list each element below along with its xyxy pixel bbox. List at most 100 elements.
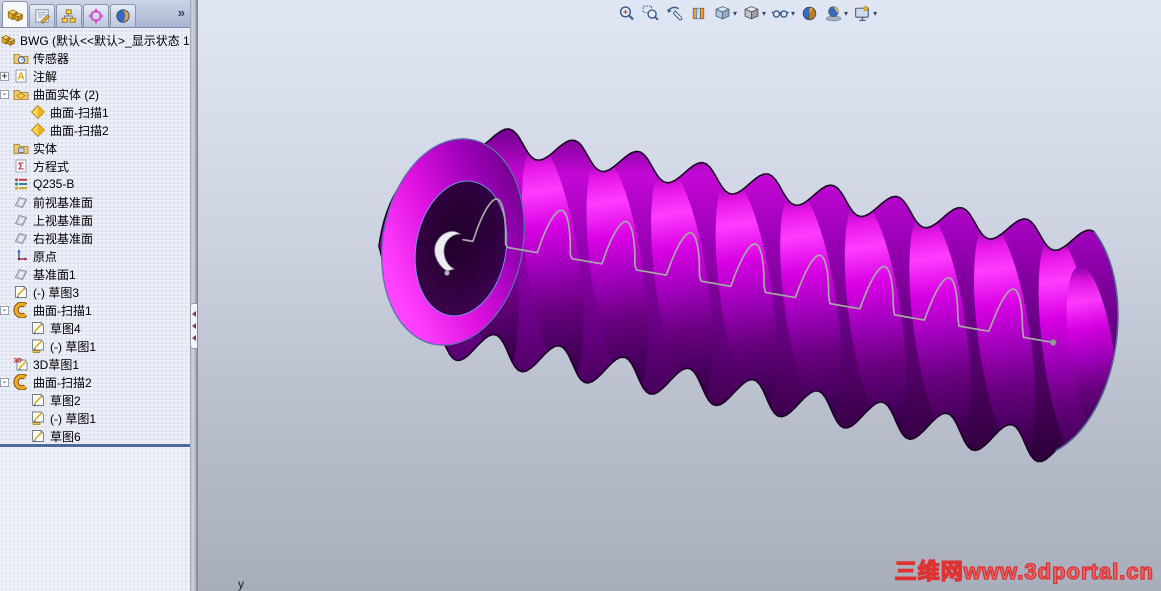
- tree-item-label: 曲面-扫描1: [33, 303, 92, 318]
- tree-item-label: 方程式: [33, 159, 70, 174]
- view-orientation-button[interactable]: ▾: [712, 3, 738, 24]
- panel-collapse-handle[interactable]: [190, 303, 197, 349]
- tree-item-label: (-) 草图3: [33, 285, 79, 300]
- tree-item[interactable]: 原点: [0, 247, 190, 265]
- sketch-icon: [30, 428, 46, 443]
- tab-config-icon: [60, 7, 78, 25]
- tree-item[interactable]: 曲面-扫描2: [0, 121, 190, 139]
- material-icon: [13, 176, 29, 192]
- graphics-viewport[interactable]: ▾ ▾ ▾ ▾ ▾ y 三维网www.3dportal.cn: [197, 0, 1161, 591]
- tree-item[interactable]: 草图2: [0, 391, 190, 409]
- surface-folder-icon: [13, 86, 29, 102]
- tree-item-label: 传感器: [33, 51, 70, 66]
- svg-text:Σ: Σ: [18, 162, 24, 173]
- tree-item[interactable]: 草图6: [0, 427, 190, 443]
- dropdown-arrow-icon[interactable]: ▾: [844, 9, 848, 18]
- tree-item[interactable]: + A 注解: [0, 67, 190, 85]
- sketch3d-icon: 3D: [13, 356, 29, 372]
- collapse-icon[interactable]: -: [0, 377, 9, 387]
- sketch-shared-icon: [30, 410, 46, 426]
- tree-item[interactable]: (-) 草图1: [0, 409, 190, 427]
- zoom-to-area-icon: [641, 4, 660, 23]
- tree-item[interactable]: 前视基准面: [0, 193, 190, 211]
- collapse-icon[interactable]: -: [0, 305, 9, 315]
- tree-item[interactable]: 上视基准面: [0, 211, 190, 229]
- dropdown-arrow-icon[interactable]: ▾: [733, 9, 737, 18]
- panel-tab-bar: »: [0, 0, 190, 28]
- surface-sweep-icon: [30, 122, 46, 138]
- triad-y-label: y: [238, 577, 244, 591]
- tree-item-label: 上视基准面: [33, 213, 94, 228]
- panel-lower-pane: [0, 447, 190, 591]
- propertymanager-tab[interactable]: [29, 4, 55, 27]
- tree-item-label: 3D草图1: [33, 357, 80, 372]
- heads-up-toolbar: ▾ ▾ ▾ ▾ ▾: [616, 3, 878, 24]
- sketch-icon: [30, 320, 46, 336]
- model-3d-view: [378, 128, 1119, 463]
- view-settings-button[interactable]: ▾: [852, 3, 878, 24]
- featuremanager-tab[interactable]: [2, 1, 28, 27]
- svg-text:3D: 3D: [14, 358, 23, 365]
- tree-item[interactable]: BWG (默认<<默认>_显示状态 1: [0, 31, 190, 49]
- zoom-to-fit-icon: [617, 4, 636, 23]
- tree-item[interactable]: 基准面1: [0, 265, 190, 283]
- dropdown-arrow-icon[interactable]: ▾: [762, 9, 766, 18]
- tree-item-label: 注解: [33, 69, 58, 84]
- tree-item-label: 基准面1: [33, 267, 76, 282]
- zoom-to-fit-button[interactable]: [616, 3, 637, 24]
- apply-scene-icon: [824, 4, 843, 23]
- previous-view-button[interactable]: [664, 3, 685, 24]
- tree-item[interactable]: - 曲面-扫描2: [0, 373, 190, 391]
- display-style-button[interactable]: ▾: [741, 3, 767, 24]
- view-orientation-icon: [713, 4, 732, 23]
- feature-tree: BWG (默认<<默认>_显示状态 1 传感器 + A 注解 - 曲面实体 (2) 曲面-扫描…: [0, 29, 190, 443]
- sketch-icon: [13, 284, 29, 300]
- tree-item-label: 草图2: [50, 393, 81, 408]
- tree-item[interactable]: Σ 方程式: [0, 157, 190, 175]
- tree-item-label: 曲面实体 (2): [33, 87, 100, 102]
- tree-item-label: 前视基准面: [33, 195, 94, 210]
- dropdown-arrow-icon[interactable]: ▾: [791, 9, 795, 18]
- dimxpertmanager-tab[interactable]: [83, 4, 109, 27]
- sketch-shared-icon: [30, 338, 46, 354]
- tree-item[interactable]: 曲面-扫描1: [0, 103, 190, 121]
- feature-manager-panel: » BWG (默认<<默认>_显示状态 1 传感器 + A 注解 - 曲面实体 (2) 曲面-…: [0, 0, 190, 591]
- hide-show-items-button[interactable]: ▾: [770, 3, 796, 24]
- tree-item[interactable]: - 曲面实体 (2): [0, 85, 190, 103]
- hide-show-items-icon: [771, 4, 790, 23]
- tree-item[interactable]: 右视基准面: [0, 229, 190, 247]
- tree-item[interactable]: 实体: [0, 139, 190, 157]
- section-view-button[interactable]: [688, 3, 709, 24]
- tree-item[interactable]: (-) 草图1: [0, 337, 190, 355]
- panel-splitter[interactable]: [190, 0, 197, 591]
- apply-scene-button[interactable]: ▾: [823, 3, 849, 24]
- expand-icon[interactable]: +: [0, 71, 9, 81]
- tree-item-label: Q235-B: [33, 177, 75, 191]
- tab-features-icon: [6, 6, 24, 24]
- tree-item-label: 实体: [33, 141, 58, 156]
- displaymanager-tab[interactable]: [110, 4, 136, 27]
- zoom-to-area-button[interactable]: [640, 3, 661, 24]
- sketch-icon: [30, 392, 46, 408]
- configurationmanager-tab[interactable]: [56, 4, 82, 27]
- tree-item[interactable]: 草图4: [0, 319, 190, 337]
- dropdown-arrow-icon[interactable]: ▾: [873, 9, 877, 18]
- plane-icon: [13, 212, 29, 228]
- tree-item[interactable]: Q235-B: [0, 175, 190, 193]
- tree-item[interactable]: (-) 草图3: [0, 283, 190, 301]
- collapse-icon[interactable]: -: [0, 89, 9, 99]
- plane-icon: [13, 194, 29, 210]
- tree-item-label: (-) 草图1: [50, 411, 96, 426]
- tree-item-label: 草图4: [50, 321, 81, 336]
- tree-item[interactable]: 传感器: [0, 49, 190, 67]
- collapse-arrow-icon: [192, 311, 196, 317]
- tree-item[interactable]: 3D 3D草图1: [0, 355, 190, 373]
- edit-appearance-button[interactable]: [799, 3, 820, 24]
- sensors-folder-icon: [13, 50, 29, 66]
- tab-overflow-chevron[interactable]: »: [178, 5, 185, 20]
- tree-item[interactable]: - 曲面-扫描1: [0, 301, 190, 319]
